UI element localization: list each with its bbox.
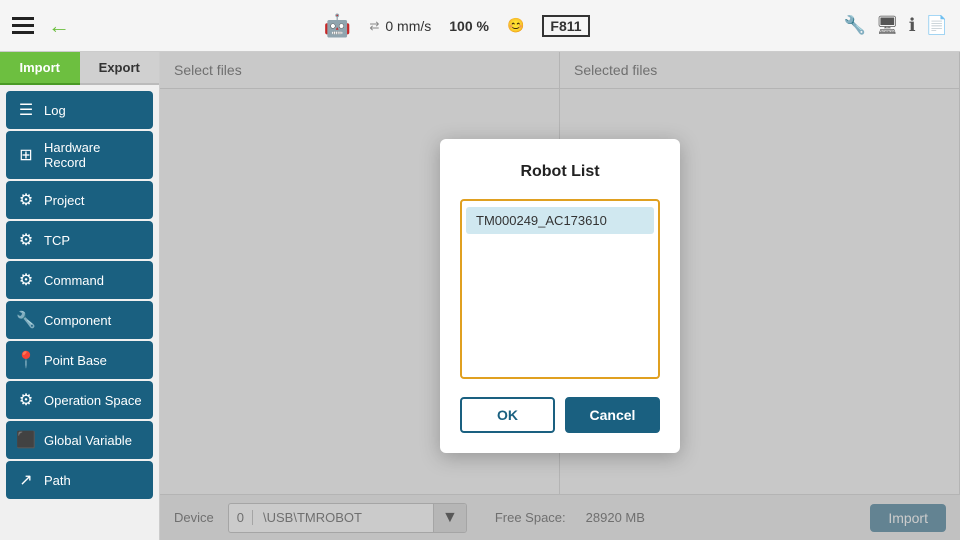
content-area: Select files Selected files Device 0 \US… (160, 52, 960, 540)
monitor-icon[interactable]: 🖥 (876, 15, 899, 36)
sidebar: Import Export ☰ Log ⊞ Hardware Record ⚙ … (0, 52, 160, 540)
sidebar-item-label-command: Command (44, 273, 104, 288)
speed-value: 0 mm/s (385, 18, 431, 34)
sidebar-item-label-log: Log (44, 103, 66, 118)
percent-display: 100 % (449, 18, 489, 34)
sidebar-tabs: Import Export (0, 52, 159, 85)
tab-import[interactable]: Import (0, 52, 80, 85)
point-base-icon: 📍 (16, 350, 36, 370)
global-variable-icon: ⬛ (16, 430, 36, 450)
project-icon: ⚙ (16, 190, 36, 210)
sidebar-item-label-path: Path (44, 473, 71, 488)
info-icon[interactable]: ℹ (909, 15, 916, 36)
hamburger-menu[interactable] (12, 17, 34, 34)
topbar: ← 🤖 ⇄ 0 mm/s 100 % 😊 F811 🔧 🖥 ℹ 📄 (0, 0, 960, 52)
face-icon: 😊 (507, 17, 524, 34)
main-layout: Import Export ☰ Log ⊞ Hardware Record ⚙ … (0, 52, 960, 540)
component-icon: 🔧 (16, 310, 36, 330)
robot-icon: 🤖 (324, 13, 351, 39)
tcp-icon: ⚙ (16, 230, 36, 250)
speed-display: ⇄ 0 mm/s (369, 18, 431, 34)
doc-icon[interactable]: 📄 (926, 15, 948, 36)
robot-list-item[interactable]: TM000249_AC173610 (466, 207, 654, 234)
sidebar-item-command[interactable]: ⚙ Command (6, 261, 153, 299)
sidebar-item-label-project: Project (44, 193, 84, 208)
sidebar-item-project[interactable]: ⚙ Project (6, 181, 153, 219)
sidebar-item-point-base[interactable]: 📍 Point Base (6, 341, 153, 379)
sidebar-items: ☰ Log ⊞ Hardware Record ⚙ Project ⚙ TCP … (0, 85, 159, 540)
dialog-buttons: OK Cancel (460, 397, 660, 433)
dialog-title: Robot List (460, 163, 660, 181)
back-button[interactable]: ← (48, 13, 70, 39)
sidebar-item-operation-space[interactable]: ⚙ Operation Space (6, 381, 153, 419)
tab-export[interactable]: Export (80, 52, 160, 85)
sidebar-item-tcp[interactable]: ⚙ TCP (6, 221, 153, 259)
robot-list-dialog: Robot List TM000249_AC173610 OK Cancel (440, 139, 680, 453)
dialog-list-area[interactable]: TM000249_AC173610 (460, 199, 660, 379)
dialog-ok-button[interactable]: OK (460, 397, 555, 433)
operation-space-icon: ⚙ (16, 390, 36, 410)
sidebar-item-label-operation-space: Operation Space (44, 393, 142, 408)
path-icon: ↗ (16, 470, 36, 490)
sidebar-item-hardware-record[interactable]: ⊞ Hardware Record (6, 131, 153, 179)
sidebar-item-label-component: Component (44, 313, 111, 328)
command-icon: ⚙ (16, 270, 36, 290)
sidebar-item-label-point-base: Point Base (44, 353, 107, 368)
sidebar-item-label-tcp: TCP (44, 233, 70, 248)
sidebar-item-log[interactable]: ☰ Log (6, 91, 153, 129)
sidebar-item-label-hardware-record: Hardware Record (44, 140, 143, 170)
sidebar-item-component[interactable]: 🔧 Component (6, 301, 153, 339)
log-icon: ☰ (16, 100, 36, 120)
dialog-overlay: Robot List TM000249_AC173610 OK Cancel (160, 52, 960, 540)
hardware-record-icon: ⊞ (16, 145, 36, 165)
sidebar-item-label-global-variable: Global Variable (44, 433, 132, 448)
badge-display: F811 (542, 15, 589, 37)
sidebar-item-path[interactable]: ↗ Path (6, 461, 153, 499)
settings-icon[interactable]: 🔧 (843, 15, 865, 36)
sidebar-item-global-variable[interactable]: ⬛ Global Variable (6, 421, 153, 459)
dialog-cancel-button[interactable]: Cancel (565, 397, 660, 433)
